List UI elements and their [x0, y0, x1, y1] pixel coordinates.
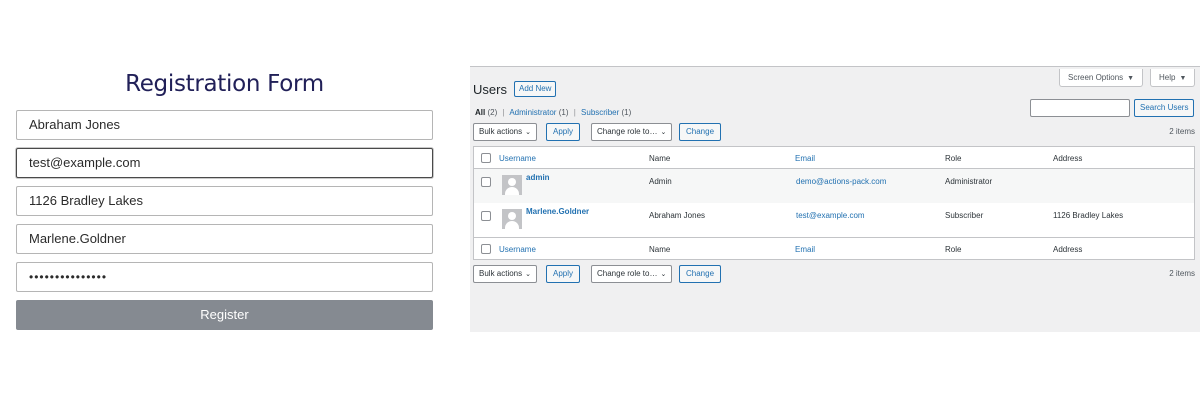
change-button[interactable]: Change [679, 123, 722, 141]
column-email-header[interactable]: Email [795, 154, 815, 163]
bulk-actions-label: Bulk actions [479, 127, 523, 136]
change-role-label: Change role to… [597, 127, 658, 136]
column-username-footer[interactable]: Username [499, 245, 536, 254]
bulk-actions-select-bottom[interactable]: Bulk actions ⌄ [473, 265, 538, 283]
apply-button[interactable]: Apply [546, 123, 581, 141]
filter-all-count: (2) [487, 108, 498, 117]
chevron-down-icon: ⌄ [660, 129, 667, 136]
column-email-footer[interactable]: Email [795, 245, 815, 254]
bulk-actions-select[interactable]: Bulk actions ⌄ [473, 123, 538, 141]
chevron-down-icon: ⌄ [660, 271, 667, 278]
filter-subscriber-count: (1) [621, 108, 632, 117]
user-email-link[interactable]: demo@actions-pack.com [796, 177, 886, 186]
caret-down-icon: ▼ [1179, 75, 1187, 82]
email-field[interactable]: test@example.com [16, 148, 433, 178]
column-address-footer: Address [1053, 245, 1083, 254]
change-role-label: Change role to… [597, 269, 658, 278]
column-name-footer: Name [649, 245, 671, 254]
user-email-link[interactable]: test@example.com [796, 211, 865, 220]
password-field[interactable]: ••••••••••••••• [16, 262, 433, 292]
apply-button-bottom[interactable]: Apply [546, 265, 581, 283]
add-new-button[interactable]: Add New [514, 81, 557, 97]
screen-options-button[interactable]: Screen Options ▼ [1059, 69, 1144, 87]
default-avatar-icon [502, 209, 522, 229]
user-address: 1126 Bradley Lakes [1053, 211, 1124, 220]
column-name-header: Name [649, 154, 671, 163]
screen-options-label: Screen Options [1068, 73, 1124, 82]
separator: | [502, 108, 505, 117]
form-title: Registration Form [125, 71, 324, 97]
users-admin-panel: Screen Options ▼ Help ▼ Users Add New All … [470, 66, 1200, 332]
role-filter-links: All (2) | Administrator (1) | Subscriber… [475, 108, 631, 117]
column-username-header[interactable]: Username [499, 154, 536, 163]
page-title: Users [473, 82, 507, 97]
filter-subscriber[interactable]: Subscriber [581, 108, 619, 117]
help-label: Help [1159, 73, 1176, 82]
select-all-checkbox[interactable] [481, 244, 491, 254]
filter-all[interactable]: All [475, 108, 485, 117]
default-avatar-icon [502, 175, 522, 195]
table-footer: Username Name Email Role Address [474, 237, 1194, 259]
change-role-select-bottom[interactable]: Change role to… ⌄ [591, 265, 673, 283]
change-role-select[interactable]: Change role to… ⌄ [591, 123, 673, 141]
bulk-actions-label: Bulk actions [479, 269, 523, 278]
user-name: Admin [649, 177, 672, 186]
username-link[interactable]: Marlene.Goldner [526, 207, 589, 216]
items-count-bottom: 2 items [1169, 269, 1195, 278]
table-row: Marlene.Goldner Abraham Jones test@examp… [474, 203, 1194, 237]
search-users-button[interactable]: Search Users [1134, 99, 1195, 117]
address-field[interactable]: 1126 Bradley Lakes [16, 186, 433, 216]
registration-form: Registration Form Abraham Jones test@exa… [16, 68, 433, 330]
user-name: Abraham Jones [649, 211, 706, 220]
filter-administrator-count: (1) [558, 108, 569, 117]
column-role-header: Role [945, 154, 962, 163]
caret-down-icon: ▼ [1127, 75, 1135, 82]
select-all-checkbox[interactable] [481, 153, 491, 163]
row-checkbox[interactable] [481, 177, 491, 187]
users-table: Username Name Email Role Address admin A… [473, 146, 1195, 260]
search-input[interactable] [1030, 99, 1130, 117]
user-role: Administrator [945, 177, 993, 186]
separator: | [573, 108, 576, 117]
username-field[interactable]: Marlene.Goldner [16, 224, 433, 254]
register-button[interactable]: Register [16, 300, 433, 330]
items-count: 2 items [1169, 127, 1195, 136]
table-row: admin Admin demo@actions-pack.com Admini… [474, 169, 1194, 203]
username-link[interactable]: admin [526, 173, 550, 182]
chevron-down-icon: ⌄ [525, 271, 532, 278]
help-button[interactable]: Help ▼ [1150, 69, 1196, 87]
row-checkbox[interactable] [481, 211, 491, 221]
chevron-down-icon: ⌄ [525, 129, 532, 136]
change-button-bottom[interactable]: Change [679, 265, 722, 283]
filter-administrator[interactable]: Administrator [509, 108, 556, 117]
table-header: Username Name Email Role Address [474, 147, 1194, 169]
full-name-field[interactable]: Abraham Jones [16, 110, 433, 140]
column-role-footer: Role [945, 245, 962, 254]
user-role: Subscriber [945, 211, 984, 220]
column-address-header: Address [1053, 154, 1083, 163]
